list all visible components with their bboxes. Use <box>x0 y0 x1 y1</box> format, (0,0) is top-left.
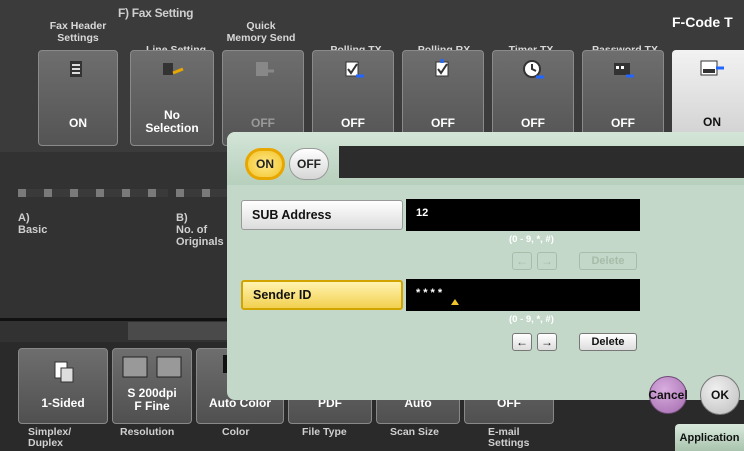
basic-section-label: A) Basic <box>18 212 48 236</box>
resolution-value: S 200dpi F Fine <box>127 386 177 413</box>
sub-address-delete-button[interactable]: Delete <box>579 252 637 270</box>
f-code-tx-value: ON <box>703 115 721 129</box>
line-setting-tile[interactable]: No Selection <box>130 50 214 146</box>
originals-indicator-dots <box>176 189 228 197</box>
password-tx-icon <box>614 63 634 78</box>
resolution-icon <box>122 356 182 378</box>
resolution-label: Resolution <box>120 426 175 438</box>
tab-label-f-code-tx: F-Code T <box>672 14 733 30</box>
application-button[interactable]: Application <box>675 424 744 451</box>
sub-address-right-arrow[interactable]: → <box>537 252 557 270</box>
simplex-tile[interactable]: 1-Sided <box>18 348 108 424</box>
sub-address-field[interactable]: 12 <box>406 199 640 231</box>
timer-tx-value: OFF <box>521 116 545 130</box>
sender-id-field[interactable]: **** <box>406 279 640 311</box>
cursor-icon <box>451 299 459 305</box>
sub-address-hint: (0 - 9, *, #) <box>509 234 554 245</box>
polling-tx-icon <box>345 61 364 78</box>
tab-label-quick-memory-send: Quick Memory Send <box>226 20 296 44</box>
sender-id-value: **** <box>416 287 446 299</box>
scan-size-label: Scan Size <box>390 426 440 438</box>
ok-button[interactable]: OK <box>700 375 740 415</box>
polling-rx-value: OFF <box>431 116 455 130</box>
email-settings-label: E-mail Settings <box>488 426 530 449</box>
quick-memory-send-icon <box>256 62 274 76</box>
sub-address-left-arrow[interactable]: ← <box>512 252 532 270</box>
sender-id-left-arrow[interactable]: ← <box>512 333 532 351</box>
sender-id-right-arrow[interactable]: → <box>537 333 557 351</box>
polling-tx-value: OFF <box>341 116 365 130</box>
resolution-tile[interactable]: S 200dpi F Fine <box>112 348 192 424</box>
file-type-label: File Type <box>302 426 347 438</box>
simplex-label: Simplex/ Duplex <box>28 426 72 449</box>
line-setting-icon <box>163 63 184 75</box>
sub-address-button[interactable]: SUB Address <box>241 200 403 230</box>
timer-tx-icon <box>523 60 544 79</box>
tab-label-fax-header: Fax Header Settings <box>49 20 107 44</box>
password-tx-value: OFF <box>611 116 635 130</box>
polling-rx-icon <box>435 59 449 77</box>
panel-tab <box>128 322 228 340</box>
dialog-header-bar <box>339 146 744 178</box>
fax-header-value: ON <box>69 116 87 130</box>
fax-header-icon <box>70 61 82 77</box>
cancel-button[interactable]: Cancel <box>648 376 688 414</box>
f-code-tx-icon <box>700 60 724 76</box>
basic-indicator-dots <box>18 189 168 197</box>
sender-id-button[interactable]: Sender ID <box>241 280 403 310</box>
f-code-dialog: ON OFF SUB Address 12 (0 - 9, *, #) ← → … <box>227 132 744 400</box>
section-label: F) Fax Setting <box>118 6 194 20</box>
sender-id-hint: (0 - 9, *, #) <box>509 314 554 325</box>
color-label: Color <box>222 426 250 438</box>
fax-header-tile[interactable]: ON <box>38 50 118 146</box>
sender-id-delete-button[interactable]: Delete <box>579 333 637 351</box>
simplex-value: 1-Sided <box>41 396 85 410</box>
on-toggle-button[interactable]: ON <box>245 148 285 180</box>
off-toggle-button[interactable]: OFF <box>289 148 329 180</box>
quick-memory-send-value: OFF <box>251 116 275 130</box>
originals-section-label: B) No. of Originals <box>176 212 224 248</box>
panel-divider <box>0 318 227 321</box>
simplex-icon <box>54 361 74 383</box>
line-setting-value: No Selection <box>145 108 199 135</box>
